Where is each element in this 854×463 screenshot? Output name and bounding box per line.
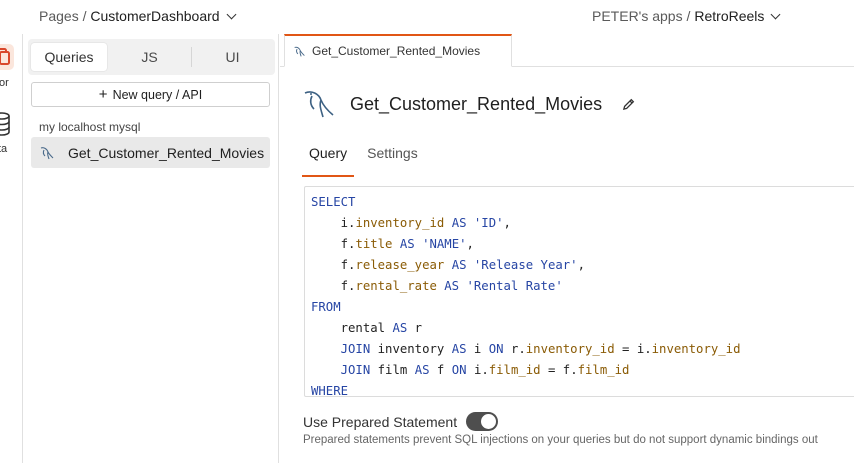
prepared-statement-hint: Prepared statements prevent SQL injectio… xyxy=(303,434,818,446)
sql-table: inventory xyxy=(377,342,445,356)
plus-icon: + xyxy=(98,86,108,103)
sql-keyword: WHERE xyxy=(311,384,349,397)
sql-alias: f xyxy=(436,363,445,377)
sql-alias: i. xyxy=(636,342,652,356)
sql-string: 'NAME' xyxy=(422,237,467,251)
query-header: Get_Customer_Rented_Movies xyxy=(302,84,635,124)
sql-keyword: FROM xyxy=(311,300,341,314)
sql-keyword: AS xyxy=(451,258,467,272)
sql-alias: i xyxy=(473,342,482,356)
tab-queries[interactable]: Queries xyxy=(31,43,107,71)
sql-alias: f. xyxy=(340,258,356,272)
app-switcher[interactable]: PETER's apps / RetroReels xyxy=(592,8,781,24)
sql-alias: i. xyxy=(473,363,489,377)
sql-field: film_id xyxy=(577,363,630,377)
sql-alias: r xyxy=(414,321,423,335)
new-query-label: New query / API xyxy=(112,87,203,102)
tab-ui[interactable]: UI xyxy=(191,47,273,67)
tab-get-customer-rented-movies[interactable]: Get_Customer_Rented_Movies xyxy=(284,34,512,67)
sql-string: 'Rental Rate' xyxy=(466,279,563,293)
data-nav-label: ta xyxy=(0,143,8,155)
editor-nav-label: tor xyxy=(0,77,9,89)
tab-js[interactable]: JS xyxy=(110,43,189,71)
prepared-statement-row: Use Prepared Statement xyxy=(303,412,499,431)
sql-keyword: JOIN xyxy=(340,363,371,377)
sql-field: release_year xyxy=(355,258,445,272)
prepared-statement-toggle[interactable] xyxy=(466,412,499,431)
query-subtabs: Query Settings xyxy=(302,140,425,177)
sql-alias: i. xyxy=(340,216,356,230)
new-query-button[interactable]: + New query / API xyxy=(31,82,270,107)
app-name: RetroReels xyxy=(694,8,765,24)
query-name[interactable]: Get_Customer_Rented_Movies xyxy=(350,94,602,115)
open-tab-label: Get_Customer_Rented_Movies xyxy=(312,44,481,58)
page-name: CustomerDashboard xyxy=(90,8,220,24)
chevron-down-icon xyxy=(226,9,236,19)
editor-nav-button[interactable] xyxy=(0,44,14,70)
sql-table: rental xyxy=(340,321,386,335)
sql-keyword: AS xyxy=(444,279,460,293)
sql-keyword: AS xyxy=(392,321,408,335)
segment-tabs: Queries JS UI xyxy=(28,39,275,75)
tab-settings[interactable]: Settings xyxy=(360,140,425,177)
sql-alias: r. xyxy=(510,342,526,356)
sql-keyword: SELECT xyxy=(311,195,356,209)
sql-field: title xyxy=(355,237,393,251)
sql-field: inventory_id xyxy=(355,216,445,230)
sql-code-editor[interactable]: SELECT i.inventory_id AS 'ID', f.title A… xyxy=(304,186,854,397)
top-bar: Pages / CustomerDashboard PETER's apps /… xyxy=(0,0,854,34)
query-list-item-label: Get_Customer_Rented_Movies xyxy=(68,144,265,161)
toggle-knob xyxy=(481,414,497,429)
edit-pencil-icon[interactable] xyxy=(622,98,635,111)
sql-string: 'ID' xyxy=(473,216,504,230)
sql-keyword: JOIN xyxy=(340,342,371,356)
tab-query[interactable]: Query xyxy=(302,140,355,177)
file-tab-bar: Get_Customer_Rented_Movies xyxy=(280,34,854,67)
sql-operator: = xyxy=(622,342,630,356)
sql-alias: f. xyxy=(562,363,578,377)
sql-keyword: AS xyxy=(451,216,467,230)
sql-field: rental_rate xyxy=(355,279,437,293)
sql-keyword: AS xyxy=(414,363,430,377)
editor-icon xyxy=(0,48,10,65)
sql-string: 'Release Year' xyxy=(473,258,578,272)
mysql-dolphin-icon xyxy=(40,146,54,159)
prepared-statement-label: Use Prepared Statement xyxy=(303,413,458,430)
chevron-down-icon xyxy=(770,9,781,19)
sql-operator: = xyxy=(547,363,556,377)
sql-field: film_id xyxy=(488,363,541,377)
sql-keyword: AS xyxy=(451,342,467,356)
datasource-group-label: my localhost mysql xyxy=(39,120,141,134)
sql-field: inventory_id xyxy=(525,342,615,356)
query-editor: Get_Customer_Rented_Movies Get_Customer_… xyxy=(280,34,854,463)
explorer-panel: Queries JS UI + New query / API my local… xyxy=(23,34,279,463)
query-list-item[interactable]: Get_Customer_Rented_Movies xyxy=(31,137,270,168)
database-icon xyxy=(0,112,10,136)
sql-keyword: ON xyxy=(488,342,504,356)
sql-alias: f. xyxy=(340,279,356,293)
sql-alias: f. xyxy=(340,237,356,251)
sql-keyword: ON xyxy=(451,363,467,377)
workspace-name: PETER's apps / xyxy=(592,8,691,24)
sql-keyword: AS xyxy=(399,237,415,251)
page-breadcrumb[interactable]: Pages / CustomerDashboard xyxy=(39,8,236,24)
sql-field: inventory_id xyxy=(651,342,741,356)
sql-table: film xyxy=(377,363,408,377)
mysql-dolphin-icon xyxy=(304,91,334,118)
left-icon-rail: tor ta xyxy=(0,0,23,463)
mysql-dolphin-icon xyxy=(294,46,305,57)
pages-prefix: Pages / xyxy=(39,8,87,24)
